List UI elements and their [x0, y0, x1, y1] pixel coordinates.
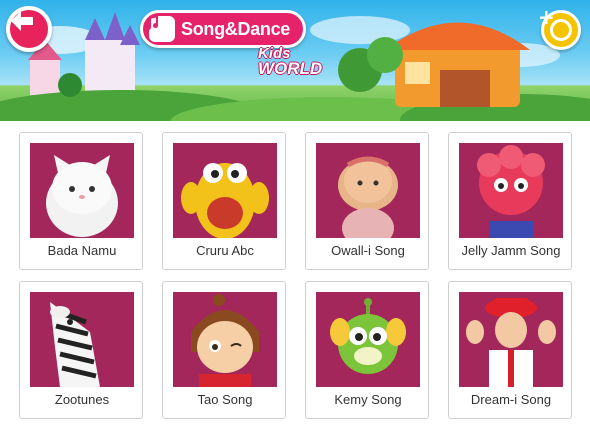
logo-line2: WORLD [258, 59, 323, 78]
card-kemy-song[interactable]: Kemy Song [305, 281, 429, 419]
card-label: Kemy Song [334, 392, 402, 407]
thumbnail-performer [459, 292, 563, 387]
thumbnail-zebra [30, 292, 134, 387]
card-jelly-jamm-song[interactable]: Jelly Jamm Song [448, 132, 572, 270]
thumbnail-yellow-monster [173, 143, 277, 238]
coin-plus-icon [550, 19, 572, 41]
card-label: Owall-i Song [331, 243, 405, 258]
card-label: Tao Song [197, 392, 253, 407]
back-arrow-icon [11, 11, 33, 31]
thumbnail-white-cat [30, 143, 134, 238]
video-grid: Bada Namu Cruru Abc Owall-i Song Jelly J… [0, 121, 590, 445]
title-text: Song&Dance [181, 18, 291, 39]
thumbnail-red-puppet [459, 143, 563, 238]
back-button[interactable] [6, 6, 52, 52]
music-note-icon [146, 14, 175, 42]
coin-button[interactable]: + [538, 7, 581, 50]
card-label: Jelly Jamm Song [461, 243, 561, 258]
card-cruru-abc[interactable]: Cruru Abc [162, 132, 286, 270]
kids-world-logo: Kids WORLD [258, 46, 323, 78]
thumbnail-cartoon-boy [173, 292, 277, 387]
card-bada-namu[interactable]: Bada Namu [19, 132, 143, 270]
thumbnail-doll-girl [316, 143, 420, 238]
card-tao-song[interactable]: Tao Song [162, 281, 286, 419]
card-label: Dream-i Song [470, 392, 552, 407]
card-label: Zootunes [54, 392, 110, 407]
section-title: Song&Dance [140, 10, 306, 48]
card-label: Bada Namu [47, 243, 117, 258]
card-dream-i-song[interactable]: Dream-i Song [448, 281, 572, 419]
card-zootunes[interactable]: Zootunes [19, 281, 143, 419]
card-owall-i-song[interactable]: Owall-i Song [305, 132, 429, 270]
header-banner: Song&Dance Kids WORLD + [0, 0, 590, 121]
card-label: Cruru Abc [196, 243, 254, 258]
thumbnail-green-creature [316, 292, 420, 387]
